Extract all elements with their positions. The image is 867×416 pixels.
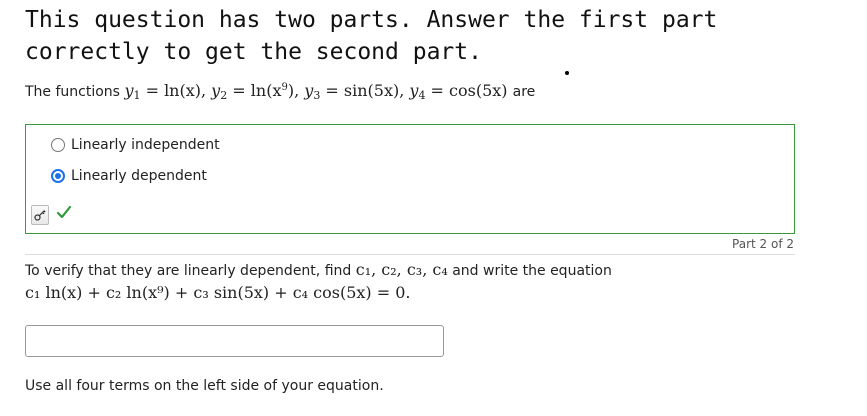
option-dependent[interactable]: Linearly dependent [51,168,207,184]
equation-input[interactable] [25,325,444,357]
bullet-dot [565,71,569,75]
instruction-suffix: and write the equation [452,263,612,279]
y1-function: ln(x) [164,81,201,100]
target-equation: c₁ ln(x) + c₂ ln(x⁹) + c₃ sin(5x) + c₄ c… [25,283,411,302]
part-indicator: Part 2 of 2 [732,237,794,251]
key-icon [34,210,46,221]
function-list: y1 = ln(x), y2 = ln(x9), y3 = sin(5x), y… [124,81,508,102]
instruction-prefix: To verify that they are linearly depende… [25,263,352,279]
option-independent-label: Linearly independent [71,137,220,153]
intro-prefix: The functions [25,84,120,100]
option-dependent-label: Linearly dependent [71,168,207,184]
y2-function-close: ) [287,81,295,100]
part2-instructions: To verify that they are linearly depende… [25,260,805,302]
radio-dependent[interactable] [51,169,65,183]
constants-list: c₁, c₂, c₃, c₄ [355,260,448,279]
y4-function: cos(5x) [449,81,508,100]
functions-statement: The functions y1 = ln(x), y2 = ln(x9), y… [25,81,536,102]
y3-function: sin(5x) [343,81,400,100]
radio-independent[interactable] [51,138,65,152]
question-title: This question has two parts. Answer the … [25,7,718,65]
part1-answer-box: Linearly independent Linearly dependent [25,124,795,234]
y2-function-base: ln(x [250,81,282,100]
checkmark-icon [56,205,72,219]
intro-suffix: are [512,84,536,100]
key-button[interactable] [31,205,49,225]
option-independent[interactable]: Linearly independent [51,137,220,153]
instruction-note: Use all four terms on the left side of y… [25,378,384,394]
part-divider [25,254,795,255]
